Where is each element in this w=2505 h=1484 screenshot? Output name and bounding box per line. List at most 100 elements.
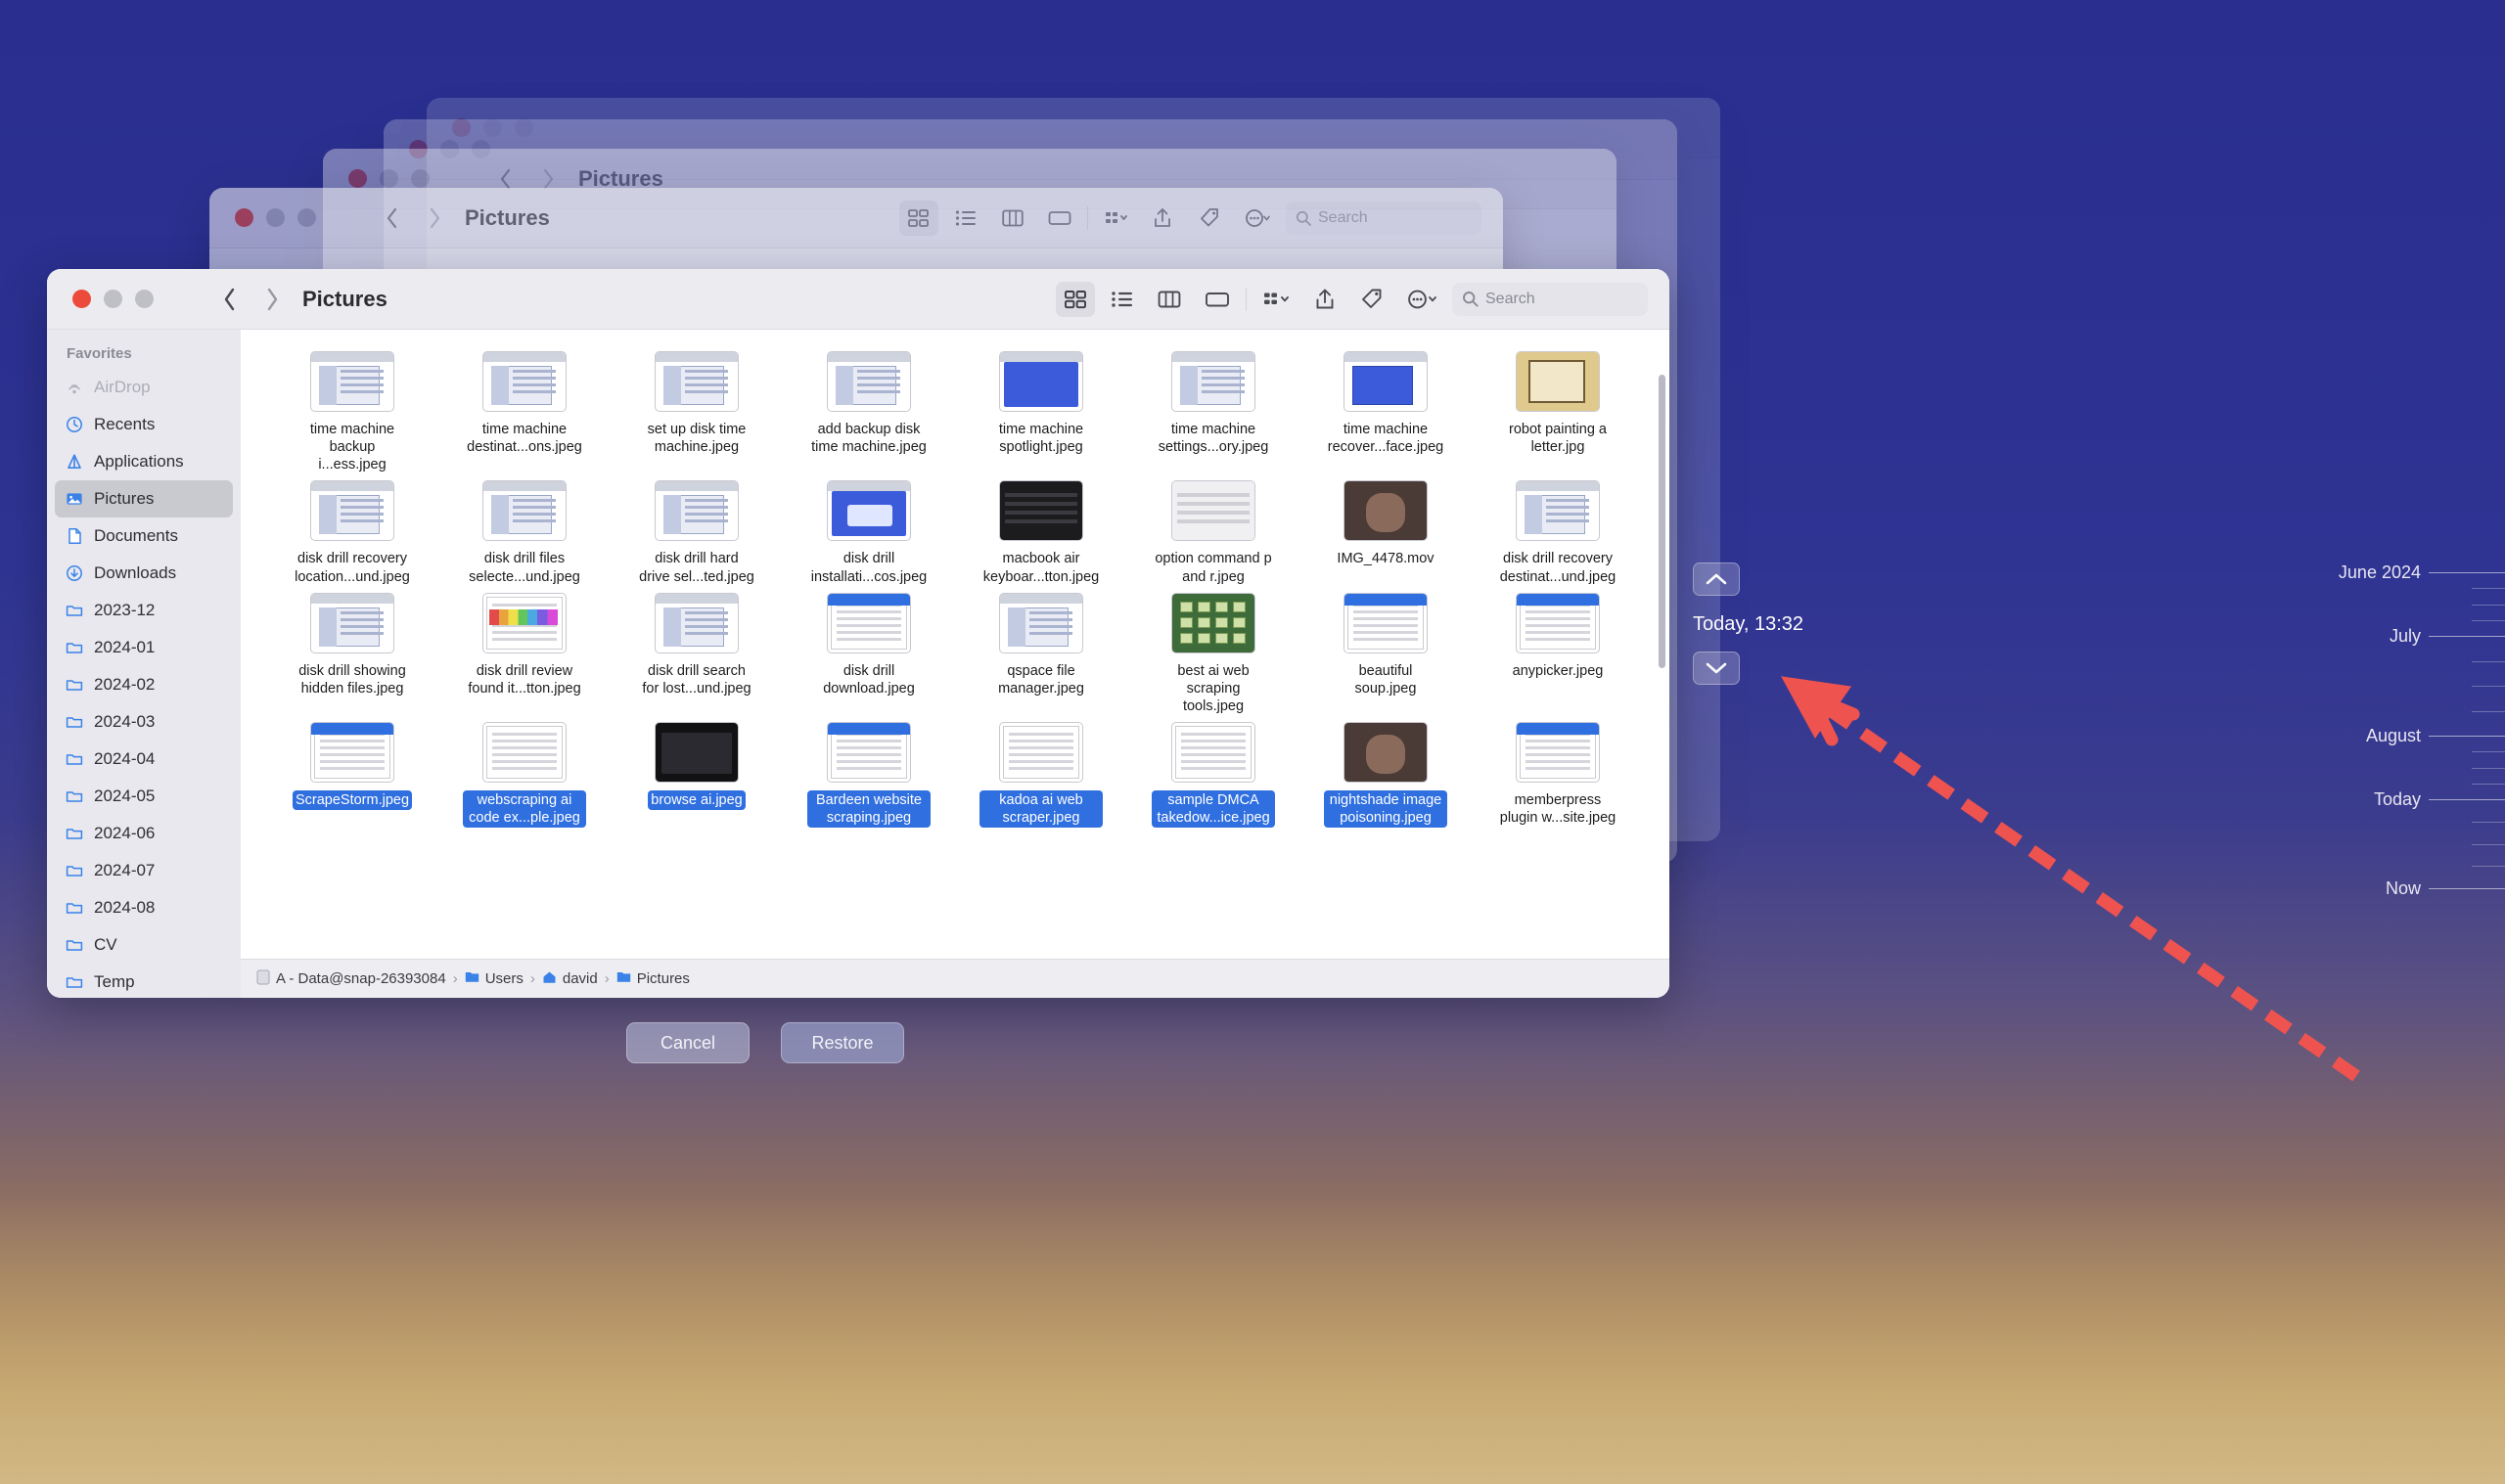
finder-sidebar[interactable]: Favorites AirDropRecentsApplicationsPict… bbox=[47, 330, 241, 998]
file-item[interactable]: disk drill showing hidden files.jpeg bbox=[266, 593, 438, 716]
file-item[interactable]: time machine settings...ory.jpeg bbox=[1127, 351, 1299, 474]
chevron-down-icon bbox=[1706, 661, 1727, 675]
sidebar-item-2024-03[interactable]: 2024-03 bbox=[55, 703, 233, 741]
time-machine-timeline[interactable]: June 2024JulyAugustTodayNow bbox=[2300, 0, 2505, 1484]
file-item[interactable]: disk drill installati...cos.jpeg bbox=[783, 480, 955, 586]
file-item[interactable]: qspace file manager.jpeg bbox=[955, 593, 1127, 716]
file-thumbnail bbox=[655, 722, 739, 783]
file-item[interactable]: disk drill hard drive sel...ted.jpeg bbox=[611, 480, 783, 586]
restore-button[interactable]: Restore bbox=[781, 1022, 904, 1063]
file-thumbnail bbox=[999, 722, 1083, 783]
tag-button[interactable] bbox=[1352, 282, 1391, 317]
path-bar[interactable]: A - Data@snap-26393084›Users›david›Pictu… bbox=[241, 959, 1669, 998]
file-name-label: memberpress plugin w...site.jpeg bbox=[1496, 790, 1619, 828]
time-machine-navigation: Today, 13:32 bbox=[1693, 562, 1810, 685]
sidebar-item-2023-12[interactable]: 2023-12 bbox=[55, 592, 233, 629]
path-segment[interactable]: Users bbox=[465, 970, 524, 987]
timeline-minor-tick bbox=[2472, 605, 2505, 606]
file-item[interactable]: best ai web scraping tools.jpeg bbox=[1127, 593, 1299, 716]
timeline-tick-3[interactable] bbox=[2429, 799, 2505, 800]
sidebar-item-documents[interactable]: Documents bbox=[55, 517, 233, 555]
file-item[interactable]: disk drill recovery location...und.jpeg bbox=[266, 480, 438, 586]
close-button[interactable] bbox=[72, 290, 91, 308]
file-item[interactable]: set up disk time machine.jpeg bbox=[611, 351, 783, 474]
file-item[interactable]: disk drill search for lost...und.jpeg bbox=[611, 593, 783, 716]
file-thumbnail bbox=[1516, 722, 1600, 783]
airdrop-icon bbox=[65, 378, 84, 397]
file-item[interactable]: Bardeen website scraping.jpeg bbox=[783, 722, 955, 828]
timeline-tick-2[interactable] bbox=[2429, 736, 2505, 737]
path-segment[interactable]: Pictures bbox=[616, 970, 690, 987]
sidebar-item-temp[interactable]: Temp bbox=[55, 964, 233, 998]
file-item[interactable]: beautiful soup.jpeg bbox=[1299, 593, 1472, 716]
sidebar-item-cv[interactable]: CV bbox=[55, 926, 233, 964]
file-item[interactable]: option command p and r.jpeg bbox=[1127, 480, 1299, 586]
view-list-button[interactable] bbox=[1103, 282, 1142, 317]
timeline-up-button[interactable] bbox=[1693, 562, 1740, 596]
file-item[interactable]: browse ai.jpeg bbox=[611, 722, 783, 828]
sidebar-item-downloads[interactable]: Downloads bbox=[55, 555, 233, 592]
sidebar-item-2024-01[interactable]: 2024-01 bbox=[55, 629, 233, 666]
file-item[interactable]: memberpress plugin w...site.jpeg bbox=[1472, 722, 1644, 828]
file-name-label: disk drill showing hidden files.jpeg bbox=[291, 661, 414, 698]
sidebar-item-applications[interactable]: Applications bbox=[55, 443, 233, 480]
sidebar-item-pictures[interactable]: Pictures bbox=[55, 480, 233, 517]
sidebar-item-airdrop[interactable]: AirDrop bbox=[55, 369, 233, 406]
file-item[interactable]: disk drill files selecte...und.jpeg bbox=[438, 480, 611, 586]
path-separator: › bbox=[605, 970, 610, 987]
timeline-tick-1[interactable] bbox=[2429, 636, 2505, 637]
timeline-tick-0[interactable] bbox=[2429, 572, 2505, 573]
maximize-button[interactable] bbox=[135, 290, 154, 308]
search-input[interactable]: Search bbox=[1452, 283, 1648, 316]
sidebar-item-2024-05[interactable]: 2024-05 bbox=[55, 778, 233, 815]
file-item[interactable]: time machine destinat...ons.jpeg bbox=[438, 351, 611, 474]
share-button[interactable] bbox=[1305, 282, 1344, 317]
file-item[interactable]: add backup disk time machine.jpeg bbox=[783, 351, 955, 474]
sidebar-item-2024-06[interactable]: 2024-06 bbox=[55, 815, 233, 852]
cancel-button[interactable]: Cancel bbox=[626, 1022, 750, 1063]
file-name-label: robot painting a letter.jpg bbox=[1496, 420, 1619, 457]
file-item[interactable]: macbook air keyboar...tton.jpeg bbox=[955, 480, 1127, 586]
vertical-scrollbar[interactable] bbox=[1659, 375, 1665, 668]
back-button[interactable] bbox=[212, 283, 246, 316]
timeline-down-button[interactable] bbox=[1693, 652, 1740, 685]
sidebar-item-2024-07[interactable]: 2024-07 bbox=[55, 852, 233, 889]
file-name-label: disk drill installati...cos.jpeg bbox=[807, 549, 931, 586]
forward-button[interactable] bbox=[255, 283, 289, 316]
file-grid-area[interactable]: time machine backup i...ess.jpegtime mac… bbox=[241, 330, 1669, 998]
file-item[interactable]: IMG_4478.mov bbox=[1299, 480, 1472, 586]
timeline-label-2: August bbox=[2366, 726, 2421, 746]
file-item[interactable]: ScrapeStorm.jpeg bbox=[266, 722, 438, 828]
folder-icon bbox=[65, 787, 84, 806]
view-grid-button[interactable] bbox=[1056, 282, 1095, 317]
view-column-button[interactable] bbox=[1150, 282, 1189, 317]
sidebar-item-2024-08[interactable]: 2024-08 bbox=[55, 889, 233, 926]
minimize-button[interactable] bbox=[104, 290, 122, 308]
file-name-label: add backup disk time machine.jpeg bbox=[807, 420, 931, 457]
timeline-tick-4[interactable] bbox=[2429, 888, 2505, 889]
file-item[interactable]: kadoa ai web scraper.jpeg bbox=[955, 722, 1127, 828]
file-item[interactable]: sample DMCA takedow...ice.jpeg bbox=[1127, 722, 1299, 828]
sidebar-item-recents[interactable]: Recents bbox=[55, 406, 233, 443]
sidebar-item-label: 2024-04 bbox=[94, 749, 155, 769]
sidebar-item-2024-04[interactable]: 2024-04 bbox=[55, 741, 233, 778]
file-item[interactable]: nightshade image poisoning.jpeg bbox=[1299, 722, 1472, 828]
path-segment[interactable]: A - Data@snap-26393084 bbox=[256, 969, 446, 989]
group-by-button[interactable] bbox=[1254, 282, 1298, 317]
file-item[interactable]: time machine spotlight.jpeg bbox=[955, 351, 1127, 474]
file-item[interactable]: webscraping ai code ex...ple.jpeg bbox=[438, 722, 611, 828]
file-item[interactable]: time machine backup i...ess.jpeg bbox=[266, 351, 438, 474]
file-item[interactable]: anypicker.jpeg bbox=[1472, 593, 1644, 716]
file-thumbnail bbox=[310, 351, 394, 412]
path-segment[interactable]: david bbox=[542, 970, 598, 988]
finder-window[interactable]: Pictures bbox=[47, 269, 1669, 998]
sidebar-item-label: 2024-01 bbox=[94, 638, 155, 657]
sidebar-item-2024-02[interactable]: 2024-02 bbox=[55, 666, 233, 703]
more-actions-button[interactable] bbox=[1399, 282, 1444, 317]
file-item[interactable]: time machine recover...face.jpeg bbox=[1299, 351, 1472, 474]
view-gallery-button[interactable] bbox=[1197, 282, 1238, 317]
file-item[interactable]: disk drill review found it...tton.jpeg bbox=[438, 593, 611, 716]
file-item[interactable]: disk drill download.jpeg bbox=[783, 593, 955, 716]
file-item[interactable]: robot painting a letter.jpg bbox=[1472, 351, 1644, 474]
file-item[interactable]: disk drill recovery destinat...und.jpeg bbox=[1472, 480, 1644, 586]
